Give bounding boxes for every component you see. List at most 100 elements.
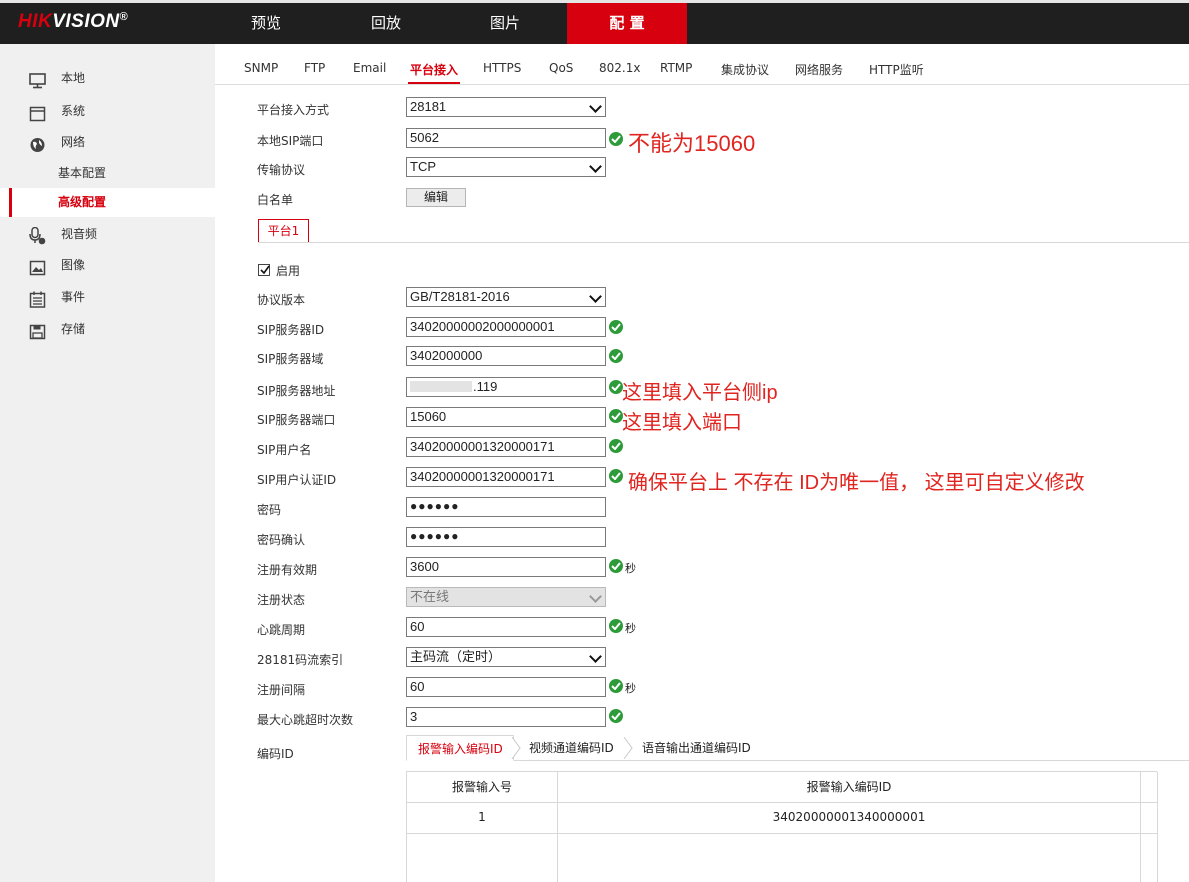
registration-period-label: 注册有效期 — [257, 563, 318, 577]
valid-check-icon — [609, 619, 623, 633]
sidebar-label: 事件 — [61, 290, 86, 304]
sidebar-item-image[interactable]: 图像 — [0, 250, 215, 280]
valid-check-icon — [609, 132, 623, 146]
valid-check-icon — [609, 349, 623, 363]
chevron-right-icon — [623, 737, 633, 759]
tab-platform-access[interactable]: 平台接入 — [407, 61, 461, 84]
unit-seconds: 秒 — [625, 622, 636, 635]
nav-configuration[interactable]: 配 置 — [567, 3, 687, 44]
max-heartbeat-timeout-input[interactable]: 3 — [406, 707, 606, 727]
sidebar-item-advanced-config[interactable]: 高级配置 — [0, 188, 215, 217]
stream-index-label: 28181码流索引 — [257, 653, 344, 667]
protocol-version-select[interactable]: GB/T28181-2016 — [406, 287, 606, 307]
tab-8021x[interactable]: 802.1x — [599, 61, 640, 75]
sidebar-item-event[interactable]: 事件 — [0, 282, 215, 312]
address-annotation: 这里填入平台侧ip — [622, 382, 778, 404]
tab-ftp[interactable]: FTP — [304, 61, 325, 75]
tab-snmp[interactable]: SNMP — [244, 61, 278, 75]
sip-server-port-input[interactable]: 15060 — [406, 407, 606, 427]
tab-audio-output-code-id[interactable]: 语音输出通道编码ID — [642, 735, 751, 761]
sidebar-item-storage[interactable]: 存储 — [0, 314, 215, 344]
max-heartbeat-timeout-label: 最大心跳超时次数 — [257, 713, 354, 727]
floppy-icon — [29, 321, 46, 340]
config-tab-bar: SNMP FTP Email 平台接入 HTTPS QoS 802.1x RTM… — [215, 44, 1189, 85]
sip-auth-id-input[interactable]: 34020000001320000171 — [406, 467, 606, 487]
sidebar-label: 网络 — [61, 135, 86, 149]
tab-rtmp[interactable]: RTMP — [660, 61, 692, 75]
nav-preview[interactable]: 预览 — [236, 3, 296, 44]
valid-check-icon — [609, 559, 623, 573]
registration-period-input[interactable]: 3600 — [406, 557, 606, 577]
whitelist-edit-button[interactable]: 编辑 — [406, 188, 466, 207]
sip-port-input[interactable]: 5062 — [406, 128, 606, 148]
registration-status-select: 不在线 — [406, 587, 606, 607]
tab-network-service[interactable]: 网络服务 — [795, 61, 843, 78]
table-header-alarm-input-code-id: 报警输入编码ID — [806, 780, 892, 794]
sidebar-item-local[interactable]: 本地 — [0, 63, 215, 93]
transport-select[interactable]: TCP — [406, 157, 606, 177]
port-annotation: 不能为15060 — [628, 131, 756, 156]
server-port-annotation: 这里填入端口 — [622, 412, 742, 434]
valid-check-icon — [609, 469, 623, 483]
sidebar-item-system[interactable]: 系统 — [0, 96, 215, 126]
unit-seconds: 秒 — [625, 562, 636, 575]
heartbeat-period-input[interactable]: 60 — [406, 617, 606, 637]
sip-server-id-input[interactable]: 34020000002000000001 — [406, 317, 606, 337]
valid-check-icon — [609, 439, 623, 453]
sip-username-label: SIP用户名 — [257, 443, 312, 457]
sidebar-label: 高级配置 — [58, 195, 107, 209]
sidebar-item-basic-config[interactable]: 基本配置 — [0, 159, 215, 188]
valid-check-icon — [609, 380, 623, 394]
access-mode-label: 平台接入方式 — [257, 103, 330, 117]
registration-interval-input[interactable]: 60 — [406, 677, 606, 697]
sidebar-item-audio-video[interactable]: 视音频 — [0, 219, 215, 249]
sip-domain-input[interactable]: 3402000000 — [406, 346, 606, 366]
unit-seconds: 秒 — [625, 682, 636, 695]
tab-https[interactable]: HTTPS — [483, 61, 521, 75]
enable-label: 启用 — [276, 264, 301, 278]
access-mode-select[interactable]: 28181 — [406, 97, 606, 117]
transport-label: 传输协议 — [257, 163, 306, 177]
sidebar-label: 存储 — [61, 322, 86, 336]
tab-video-channel-code-id[interactable]: 视频通道编码ID — [529, 735, 614, 761]
tab-platform-1[interactable]: 平台1 — [258, 219, 309, 243]
sip-auth-id-label: SIP用户认证ID — [257, 473, 337, 487]
sip-server-id-label: SIP服务器ID — [257, 323, 325, 337]
tab-http-listen[interactable]: HTTP监听 — [869, 61, 924, 78]
auth-id-annotation: 确保平台上 不存在 ID为唯一值， 这里可自定义修改 — [628, 472, 1085, 494]
sip-domain-label: SIP服务器域 — [257, 352, 324, 366]
heartbeat-period-label: 心跳周期 — [257, 623, 306, 637]
table-cell-alarm-input-code-id[interactable]: 34020000001340000001 — [558, 802, 1140, 832]
registration-status-label: 注册状态 — [257, 593, 306, 607]
image-icon — [29, 257, 46, 276]
tab-integration-protocol[interactable]: 集成协议 — [721, 61, 769, 78]
password-confirm-label: 密码确认 — [257, 533, 306, 547]
whitelist-label: 白名单 — [257, 193, 294, 207]
password-confirm-input[interactable]: ●●●●●● — [406, 527, 606, 547]
tab-qos[interactable]: QoS — [549, 61, 573, 75]
nav-picture[interactable]: 图片 — [475, 3, 535, 44]
sidebar-label: 本地 — [61, 71, 86, 85]
sidebar-label: 系统 — [61, 104, 86, 118]
hikvision-logo: HIKVISION® — [18, 11, 129, 32]
registration-interval-label: 注册间隔 — [257, 683, 306, 697]
sidebar-label: 视音频 — [61, 227, 98, 241]
code-id-label: 编码ID — [257, 747, 294, 761]
valid-check-icon — [609, 709, 623, 723]
tab-email[interactable]: Email — [353, 61, 386, 75]
nav-playback[interactable]: 回放 — [356, 3, 416, 44]
valid-check-icon — [609, 679, 623, 693]
table-cell-alarm-input-no: 1 — [478, 810, 486, 824]
chevron-right-icon — [511, 737, 521, 759]
sip-username-input[interactable]: 34020000001320000171 — [406, 437, 606, 457]
alarm-input-code-table: 报警输入号 报警输入编码ID 1 34020000001340000001 — [406, 771, 1158, 882]
window-icon — [29, 103, 46, 122]
tab-alarm-input-code-id[interactable]: 报警输入编码ID — [406, 735, 514, 761]
sidebar-item-network[interactable]: 网络 — [0, 127, 215, 157]
monitor-icon — [29, 70, 46, 89]
password-input[interactable]: ●●●●●● — [406, 497, 606, 517]
calendar-icon — [29, 289, 46, 308]
sip-port-label: 本地SIP端口 — [257, 134, 324, 148]
stream-index-select[interactable]: 主码流（定时） — [406, 647, 606, 667]
enable-checkbox[interactable] — [258, 264, 270, 276]
